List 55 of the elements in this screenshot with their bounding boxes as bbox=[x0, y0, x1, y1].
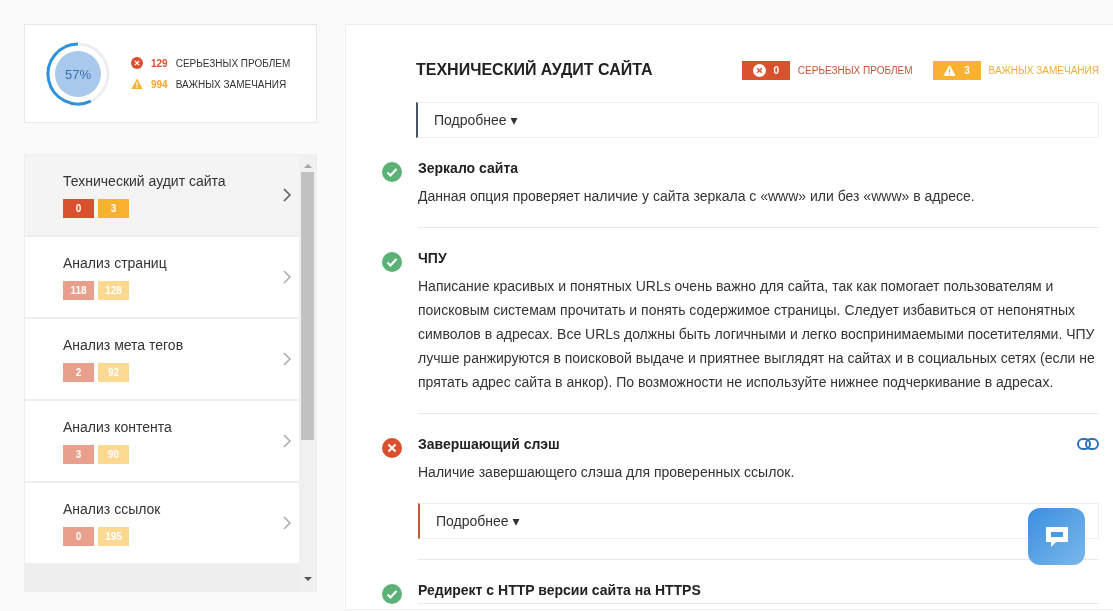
warning-count: 3 bbox=[98, 198, 129, 218]
score-circle bbox=[55, 50, 101, 97]
error-icon bbox=[131, 57, 143, 69]
warning-count: 195 bbox=[98, 526, 129, 546]
check-description: Данная опция проверяет наличие у сайта зеркала с «www» или без «www» в адресе. bbox=[418, 187, 976, 206]
chat-button[interactable] bbox=[1028, 508, 1085, 565]
error-count: 2 bbox=[63, 362, 94, 382]
check-icon bbox=[382, 584, 402, 604]
chevron-right-icon bbox=[283, 270, 292, 284]
check-description: Написание красивых и понятных URLs очень важно для сайта, так как помогает пользователям и поисковым системам прочитать и понять содержимое страницы. Следует избавиться от непонятных символов в адресах. Все URLs должны быть логичными и легко воспринимаемыми посетителями. ЧПУ лучше ранжируются в поисковой выдаче и приятнее выглядят на сайтах и в социальных сетях (если не прятать адрес сайта в анкор). По возможности не используйте нижнее подчеркивание в адресах. bbox=[418, 277, 1096, 392]
error-badge: 0 bbox=[741, 60, 790, 80]
error-count: 3 bbox=[63, 444, 94, 464]
sidebar-item[interactable]: Технический аудит сайта 0 3 bbox=[25, 155, 300, 235]
chevron-right-icon bbox=[283, 188, 292, 202]
details-dropdown[interactable]: Подробнее ▾ bbox=[416, 102, 1099, 138]
check-description: Наличие завершающего слэша для проверенных ссылок. bbox=[418, 463, 796, 482]
sidebar-item[interactable]: Анализ ссылок 0 195 bbox=[25, 483, 300, 563]
check-title: Редирект с HTTP версии сайта на HTTPS bbox=[418, 582, 701, 598]
error-count: 0 bbox=[63, 526, 94, 546]
warning-icon bbox=[131, 78, 143, 90]
score-value: 57% bbox=[65, 66, 91, 82]
warning-label: ВАЖНЫХ ЗАМЕЧАНИЯ bbox=[175, 78, 287, 90]
link-icon[interactable] bbox=[1077, 438, 1099, 450]
sidebar-item-title: Анализ мета тегов bbox=[63, 336, 185, 353]
sidebar-item-title: Анализ страниц bbox=[63, 254, 168, 271]
sidebar-item[interactable]: Анализ мета тегов 2 92 bbox=[25, 319, 300, 399]
sidebar-item-title: Анализ контента bbox=[63, 418, 173, 435]
error-icon bbox=[752, 63, 766, 77]
sidebar-item-title: Технический аудит сайта bbox=[63, 172, 227, 189]
chevron-right-icon bbox=[283, 516, 292, 530]
check-icon bbox=[382, 162, 402, 182]
check-title: Завершающий слэш bbox=[418, 436, 560, 452]
check-title: ЧПУ bbox=[418, 250, 447, 266]
sidebar-item-title: Анализ ссылок bbox=[63, 500, 162, 517]
check-icon bbox=[382, 252, 402, 272]
warning-icon bbox=[943, 63, 957, 77]
warning-label: ВАЖНЫХ ЗАМЕЧАНИЯ bbox=[988, 64, 1099, 76]
warning-count: 92 bbox=[98, 362, 129, 382]
warning-badge: 3 bbox=[932, 60, 981, 80]
scrollbar[interactable] bbox=[299, 155, 316, 591]
chevron-right-icon bbox=[283, 352, 292, 366]
warning-count: 128 bbox=[98, 280, 129, 300]
sidebar-item[interactable]: Анализ страниц 118 128 bbox=[25, 237, 300, 317]
warning-count: 90 bbox=[98, 444, 129, 464]
section-title: ТЕХНИЧЕСКИЙ АУДИТ САЙТА bbox=[416, 61, 654, 79]
error-count: 0 bbox=[63, 198, 94, 218]
chevron-right-icon bbox=[283, 434, 292, 448]
check-title: Зеркало сайта bbox=[418, 160, 519, 176]
error-icon bbox=[382, 438, 402, 458]
sidebar-item[interactable]: Анализ контента 3 90 bbox=[25, 401, 300, 481]
error-count: 129 bbox=[151, 57, 168, 69]
error-label: СЕРЬЕЗНЫХ ПРОБЛЕМ bbox=[175, 57, 291, 69]
warning-count: 994 bbox=[151, 78, 168, 90]
error-count: 118 bbox=[63, 280, 94, 300]
error-label: СЕРЬЕЗНЫХ ПРОБЛЕМ bbox=[797, 64, 913, 76]
